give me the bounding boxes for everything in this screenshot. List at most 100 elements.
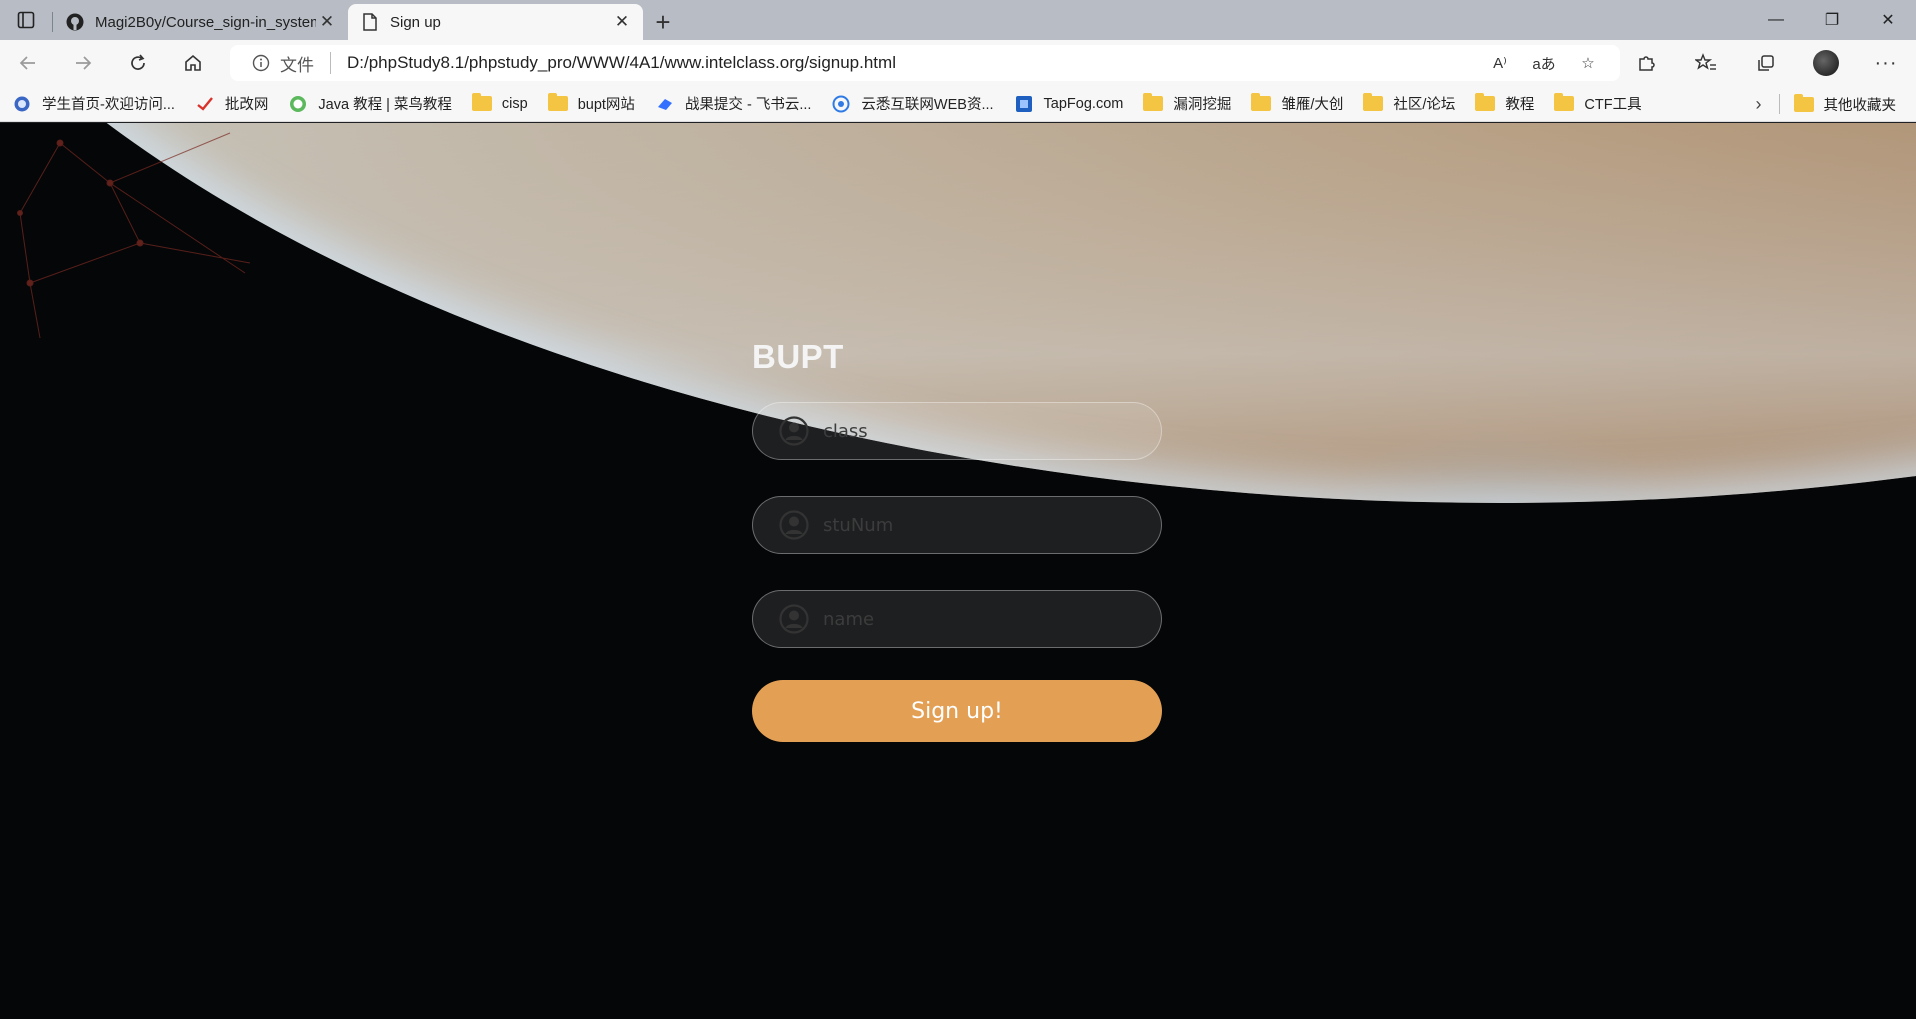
check-icon — [195, 95, 215, 113]
name-field[interactable] — [752, 590, 1162, 648]
url-text[interactable]: D:/phpStudy8.1/phpstudy_pro/WWW/4A1/www.… — [347, 53, 1478, 73]
home-icon — [184, 54, 201, 71]
signup-button[interactable]: Sign up! — [752, 680, 1162, 742]
tab-bar: Magi2B0y/Course_sign-in_system ✕ Sign up… — [0, 0, 1916, 40]
read-aloud-button[interactable]: A⁾ — [1478, 48, 1522, 78]
favorites-icon — [1695, 53, 1716, 70]
bookmarks-divider — [1778, 94, 1780, 114]
forward-arrow-icon — [75, 56, 91, 70]
address-bar[interactable]: 文件 D:/phpStudy8.1/phpstudy_pro/WWW/4A1/w… — [230, 45, 1620, 81]
favorites-button[interactable] — [1676, 40, 1736, 86]
info-icon[interactable] — [250, 52, 272, 74]
bookmarks-bar-right: › 其他收藏夹 — [1739, 86, 1916, 122]
folder-icon — [1475, 93, 1496, 113]
globe-icon — [12, 95, 32, 113]
forward-button[interactable] — [55, 40, 110, 86]
runoob-icon — [288, 95, 308, 113]
toolbar: 文件 D:/phpStudy8.1/phpstudy_pro/WWW/4A1/w… — [0, 40, 1916, 86]
bookmark-label: 社区/论坛 — [1393, 97, 1456, 113]
bookmark-item[interactable]: 批改网 — [195, 93, 269, 114]
user-icon — [779, 510, 809, 540]
close-tab-icon[interactable]: ✕ — [611, 11, 633, 33]
window-controls: — ❐ ✕ — [1748, 0, 1916, 40]
particle-network-decoration — [17, 132, 251, 339]
extensions-button[interactable] — [1616, 40, 1676, 86]
bookmark-label: Java 教程 | 菜鸟教程 — [318, 97, 452, 113]
bookmark-label: cisp — [501, 95, 528, 112]
bookmark-item[interactable]: TapFog.com — [1014, 95, 1124, 113]
add-favorite-button[interactable]: ☆ — [1566, 48, 1610, 78]
bookmark-label: CTF工具 — [1584, 97, 1642, 113]
class-field[interactable] — [752, 402, 1162, 460]
student-number-input[interactable] — [823, 514, 1161, 536]
reload-icon — [130, 54, 145, 70]
bookmark-label: 战果提交 - 飞书云... — [684, 97, 812, 113]
yunxi-icon — [831, 95, 851, 113]
bookmark-folder[interactable]: bupt网站 — [547, 93, 635, 114]
bookmark-label: TapFog.com — [1043, 95, 1124, 112]
bookmark-label: bupt网站 — [577, 97, 635, 113]
reload-button[interactable] — [110, 40, 165, 86]
folder-icon — [1793, 93, 1814, 113]
profile-button[interactable] — [1796, 40, 1856, 86]
chevron-right-icon: › — [1755, 93, 1762, 114]
more-icon: ··· — [1874, 51, 1898, 74]
restore-button[interactable]: ❐ — [1804, 0, 1860, 40]
brand-title: BUPT — [752, 338, 844, 375]
puzzle-icon — [1639, 56, 1655, 71]
bookmark-item[interactable]: Java 教程 | 菜鸟教程 — [288, 93, 452, 114]
more-bookmarks-button[interactable]: › — [1739, 94, 1779, 115]
more-menu-button[interactable]: ··· — [1856, 40, 1916, 86]
class-input[interactable] — [823, 420, 1161, 442]
user-icon — [779, 416, 809, 446]
bookmark-folder[interactable]: 雏雁/大创 — [1251, 93, 1343, 114]
bookmark-label: 批改网 — [224, 97, 269, 113]
bookmark-item[interactable]: 云悉互联网WEB资... — [831, 93, 994, 114]
minimize-button[interactable]: — — [1748, 0, 1804, 40]
address-divider — [330, 52, 331, 74]
bookmark-label: 雏雁/大创 — [1281, 97, 1344, 113]
tab-actions-button[interactable] — [0, 0, 52, 40]
folder-icon — [547, 93, 568, 113]
restore-icon: ❐ — [1824, 12, 1840, 29]
plus-icon: + — [655, 6, 671, 37]
bookmark-label: 其他收藏夹 — [1823, 97, 1897, 114]
bookmark-folder[interactable]: CTF工具 — [1554, 93, 1642, 114]
collections-button[interactable] — [1736, 40, 1796, 86]
bookmark-folder[interactable]: 教程 — [1475, 93, 1534, 114]
close-window-button[interactable]: ✕ — [1860, 0, 1916, 40]
name-input[interactable] — [823, 608, 1161, 630]
student-number-field[interactable] — [752, 496, 1162, 554]
signup-form: BUPT Sign up! — [752, 338, 1162, 742]
bookmarks-bar: 学生首页-欢迎访问... 批改网 Java 教程 | 菜鸟教程 cisp bup… — [0, 86, 1916, 122]
tab-github[interactable]: Magi2B0y/Course_sign-in_system ✕ — [53, 4, 348, 40]
tapfog-icon — [1014, 95, 1034, 113]
home-button[interactable] — [165, 40, 220, 86]
bookmark-label: 云悉互联网WEB资... — [861, 97, 994, 113]
close-icon: ✕ — [1881, 12, 1895, 29]
translate-button[interactable]: aあ — [1522, 48, 1566, 78]
bookmark-folder[interactable]: cisp — [471, 93, 528, 113]
bookmark-item[interactable]: 学生首页-欢迎访问... — [12, 93, 175, 114]
avatar — [1813, 50, 1839, 76]
new-tab-button[interactable]: + — [643, 4, 683, 40]
back-button[interactable] — [0, 40, 55, 86]
bookmark-item[interactable]: 战果提交 - 飞书云... — [655, 93, 811, 114]
minimize-icon: — — [1768, 11, 1784, 28]
feishu-icon — [655, 95, 675, 113]
bookmark-folder[interactable]: 社区/论坛 — [1363, 93, 1455, 114]
site-info-label[interactable]: 文件 — [280, 51, 314, 76]
tab-title: Sign up — [390, 13, 441, 31]
other-bookmarks-folder[interactable]: 其他收藏夹 — [1793, 93, 1897, 115]
tab-signup[interactable]: Sign up ✕ — [348, 4, 643, 40]
translate-icon: aあ — [1532, 55, 1556, 73]
folder-icon — [1251, 93, 1272, 113]
bookmark-label: 教程 — [1505, 97, 1535, 113]
address-actions: A⁾ aあ ☆ — [1478, 48, 1610, 78]
back-arrow-icon — [19, 56, 35, 70]
bookmark-label: 漏洞挖掘 — [1173, 97, 1232, 113]
close-tab-icon[interactable]: ✕ — [316, 11, 338, 33]
bookmark-folder[interactable]: 漏洞挖掘 — [1143, 93, 1231, 114]
star-plus-icon: ☆ — [1581, 55, 1595, 72]
collections-icon — [1758, 55, 1774, 71]
